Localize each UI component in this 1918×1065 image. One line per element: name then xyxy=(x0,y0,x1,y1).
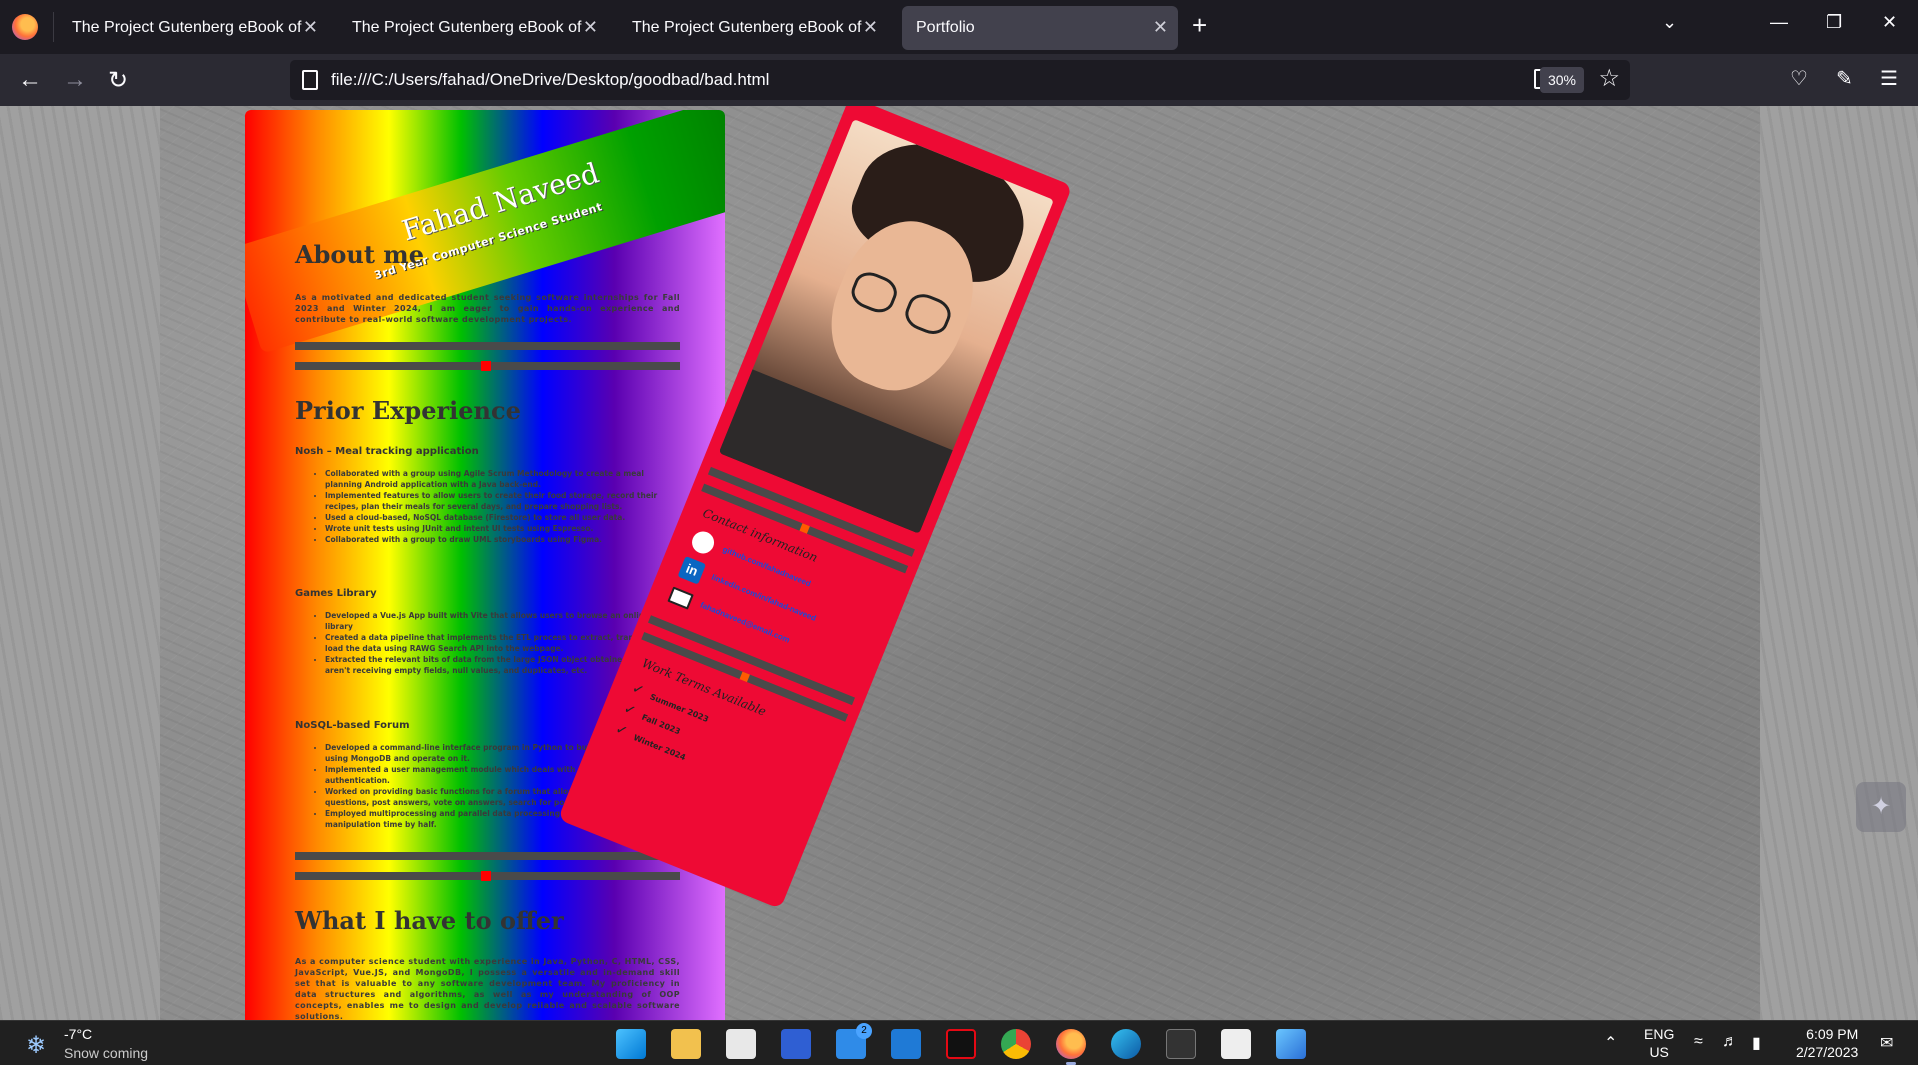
window-close-icon[interactable]: ✕ xyxy=(1882,12,1897,33)
extensions-puzzle-icon[interactable]: ✎ xyxy=(1836,66,1853,91)
snipping-tool-icon[interactable] xyxy=(1221,1029,1251,1059)
tab-title: The Project Gutenberg eBook of Ro xyxy=(352,19,582,36)
show-hidden-icons-chevron-icon[interactable]: ⌃ xyxy=(1604,1033,1617,1053)
vscode-icon[interactable] xyxy=(891,1029,921,1059)
list-item: Implemented features to allow users to c… xyxy=(325,490,680,512)
file-explorer-icon[interactable] xyxy=(671,1029,701,1059)
mail-icon xyxy=(667,586,694,610)
list-item: Collaborated with a group to draw UML st… xyxy=(325,534,680,545)
offer-heading: What I have to offer xyxy=(295,906,564,935)
bookmark-star-icon[interactable]: ☆ xyxy=(1598,64,1620,93)
edge-icon[interactable] xyxy=(1111,1029,1141,1059)
list-item: Used a cloud-based, NoSQL database (Fire… xyxy=(325,512,680,523)
offer-paragraph: As a computer science student with exper… xyxy=(295,957,680,1020)
battery-icon[interactable]: ▮ xyxy=(1752,1033,1761,1053)
profile-photo xyxy=(718,119,1054,534)
url-text[interactable]: file:///C:/Users/fahad/OneDrive/Desktop/… xyxy=(331,70,769,90)
tab-close-icon[interactable]: ✕ xyxy=(303,17,318,38)
divider-dot xyxy=(481,361,491,371)
list-item: Wrote unit tests using JUnit and intent … xyxy=(325,523,680,534)
clock[interactable]: 6:09 PM 2/27/2023 xyxy=(1796,1025,1858,1061)
new-tab-button[interactable]: + xyxy=(1192,10,1207,41)
url-bar[interactable]: file:///C:/Users/fahad/OneDrive/Desktop/… xyxy=(290,60,1630,100)
notification-badge: 2 xyxy=(856,1023,872,1039)
notification-bell-icon[interactable]: ✉ xyxy=(1880,1033,1893,1053)
checkmark-icon: ✓ xyxy=(613,720,630,741)
windows-taskbar: ❄ -7°C Snow coming 2 ⌃ ENG US ≈ ♬ ▮ 6:09… xyxy=(0,1020,1918,1065)
checkmark-icon: ✓ xyxy=(629,680,647,700)
tab-close-icon[interactable]: ✕ xyxy=(863,17,878,38)
app-icon[interactable] xyxy=(781,1029,811,1059)
app-menu-hamburger-icon[interactable]: ☰ xyxy=(1880,66,1898,91)
contact-github[interactable]: github.com/fahadnaveed xyxy=(688,528,812,588)
tab-close-icon[interactable]: ✕ xyxy=(583,17,598,38)
language-indicator[interactable]: ENG US xyxy=(1644,1025,1674,1061)
firefox-logo-icon[interactable] xyxy=(12,14,38,40)
reload-icon[interactable]: ↻ xyxy=(108,66,128,95)
photos-icon[interactable] xyxy=(1276,1029,1306,1059)
weather-description[interactable]: Snow coming xyxy=(64,1045,148,1061)
job-title: Games Library xyxy=(295,588,377,599)
back-arrow-icon[interactable]: ← xyxy=(18,66,42,94)
tab-gutenberg-1[interactable]: The Project Gutenberg eBook of The ✕ xyxy=(58,6,328,50)
forward-arrow-icon[interactable]: → xyxy=(63,66,87,94)
list-all-tabs-chevron-icon[interactable]: ⌄ xyxy=(1662,12,1677,33)
checkmark-icon: ✓ xyxy=(621,700,639,720)
navigation-toolbar: ← → ↻ file:///C:/Users/fahad/OneDrive/De… xyxy=(0,54,1918,106)
chrome-icon[interactable] xyxy=(1001,1029,1031,1059)
github-icon xyxy=(688,528,718,557)
tab-title: Portfolio xyxy=(916,19,975,36)
tab-gutenberg-3[interactable]: The Project Gutenberg eBook of Dr ✕ xyxy=(618,6,888,50)
microsoft-store-icon[interactable] xyxy=(726,1029,756,1059)
zoom-level-button[interactable]: 30% xyxy=(1539,67,1584,93)
list-item: Developed a Vue.js App built with Vite t… xyxy=(325,610,680,632)
job-title: NoSQL-based Forum xyxy=(295,720,410,731)
resume-card: Fahad Naveed 3rd Year Computer Science S… xyxy=(245,110,725,1020)
list-item: Collaborated with a group using Agile Sc… xyxy=(325,468,680,490)
job-bullets: Collaborated with a group using Agile Sc… xyxy=(315,468,680,545)
background-right-panel xyxy=(1760,106,1918,1020)
snowflake-icon[interactable]: ❄ xyxy=(26,1031,46,1060)
divider-dot xyxy=(481,871,491,881)
floating-widget-icon[interactable]: ✦ xyxy=(1856,782,1906,832)
tab-separator xyxy=(53,12,54,42)
tab-gutenberg-2[interactable]: The Project Gutenberg eBook of Ro ✕ xyxy=(338,6,608,50)
contact-linkedin[interactable]: in linkedin.com/in/fahad-naveed xyxy=(677,555,817,623)
weather-temperature[interactable]: -7°C xyxy=(64,1026,92,1042)
about-heading: About me xyxy=(295,240,424,269)
job-title: Nosh – Meal tracking application xyxy=(295,446,479,457)
tab-title: The Project Gutenberg eBook of Dr xyxy=(632,19,862,36)
wifi-icon[interactable]: ≈ xyxy=(1694,1033,1703,1051)
minimize-icon[interactable]: — xyxy=(1770,12,1788,33)
about-paragraph: As a motivated and dedicated student see… xyxy=(295,293,680,324)
contact-email[interactable]: fahadnaveed@email.com xyxy=(666,584,791,645)
mail-app-icon[interactable]: 2 xyxy=(836,1023,872,1059)
section-divider xyxy=(295,342,680,350)
firefox-icon[interactable] xyxy=(1056,1029,1086,1065)
experience-heading: Prior Experience xyxy=(295,396,521,425)
file-page-icon xyxy=(302,70,318,90)
tab-portfolio[interactable]: Portfolio ✕ xyxy=(902,6,1178,50)
pocket-icon[interactable]: ♡ xyxy=(1790,66,1808,91)
tab-bar: The Project Gutenberg eBook of The ✕ The… xyxy=(0,0,1918,54)
volume-icon[interactable]: ♬ xyxy=(1722,1033,1738,1051)
page-viewport[interactable]: Fahad Naveed 3rd Year Computer Science S… xyxy=(0,106,1918,1020)
start-windows-icon[interactable] xyxy=(616,1029,646,1059)
terminal-icon[interactable] xyxy=(1166,1029,1196,1059)
netflix-icon[interactable] xyxy=(946,1029,976,1059)
linkedin-icon: in xyxy=(677,555,707,585)
background-left-panel xyxy=(0,106,160,1020)
restore-icon[interactable]: ❐ xyxy=(1826,12,1842,33)
section-divider xyxy=(295,852,680,860)
tab-close-icon[interactable]: ✕ xyxy=(1153,17,1168,38)
tab-title: The Project Gutenberg eBook of The xyxy=(72,19,302,36)
